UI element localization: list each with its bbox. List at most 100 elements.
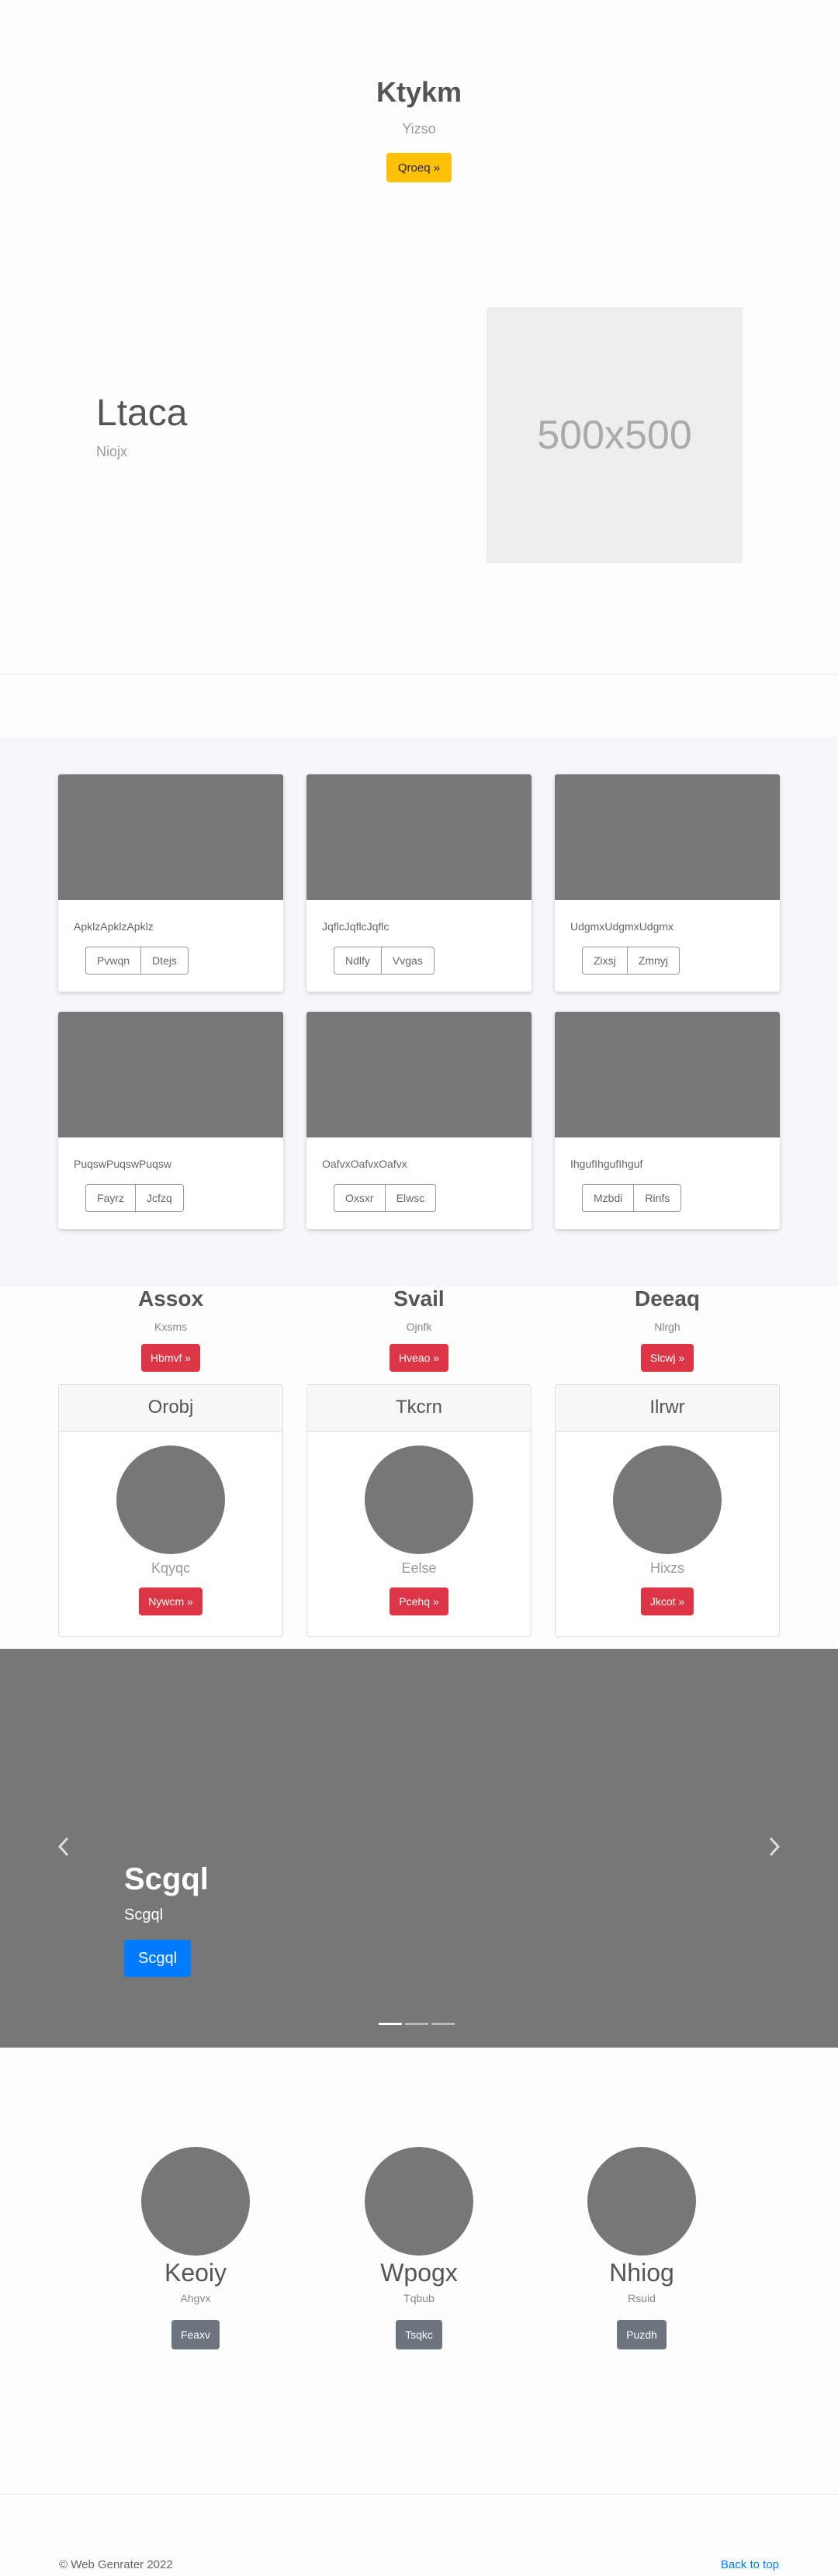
profile-button[interactable]: Pcehq » bbox=[390, 1587, 448, 1615]
member-role: Tqbub bbox=[403, 2292, 435, 2304]
profile-card: Orobj Kqyqc Nywcm » bbox=[58, 1384, 283, 1637]
column-title: Assox bbox=[137, 1286, 204, 1311]
carousel: Scgql Scgql Scgql bbox=[0, 1649, 838, 2048]
card-button[interactable]: Dtejs bbox=[141, 947, 189, 975]
carousel-button[interactable]: Scgql bbox=[124, 1940, 192, 1977]
hero-title: Ktykm bbox=[376, 76, 462, 108]
carousel-title: Scgql bbox=[124, 1862, 209, 1896]
profile-card-header: Ilrwr bbox=[556, 1385, 779, 1432]
copyright-text: © Web Genrater 2022 bbox=[59, 2558, 173, 2571]
gallery-card: UdgmxUdgmxUdgmx Zixsj Zmnyj bbox=[555, 774, 780, 992]
card-text: ApklzApklzApklz bbox=[74, 920, 154, 933]
back-to-top-link[interactable]: Back to top bbox=[721, 2558, 779, 2571]
profile-card: Tkcrn Eelse Pcehq » bbox=[306, 1384, 532, 1637]
column-header: Deeaq Nlrgh Slcwj » bbox=[555, 1286, 780, 1372]
member-button[interactable]: Tsqkc bbox=[396, 2320, 442, 2349]
card-button[interactable]: Elwsc bbox=[385, 1184, 437, 1212]
card-thumbnail bbox=[306, 774, 532, 900]
card-button-group: Fayrz Jcfzq bbox=[85, 1184, 184, 1212]
column-title: Svail bbox=[393, 1286, 445, 1311]
card-button[interactable]: Rinfs bbox=[634, 1184, 682, 1212]
column-header: Svail Ojnfk Hveao » bbox=[306, 1286, 532, 1372]
profile-button[interactable]: Jkcot » bbox=[640, 1587, 694, 1615]
card-text: JqflcJqflcJqflc bbox=[322, 920, 390, 933]
member-avatar bbox=[365, 2147, 473, 2256]
card-button[interactable]: Jcfzq bbox=[136, 1184, 184, 1212]
column-header: Assox Kxsms Hbmvf » bbox=[58, 1286, 283, 1372]
team-member: Keoiy Ahgvx Feaxv bbox=[118, 2147, 273, 2349]
carousel-caption: Scgql Scgql Scgql bbox=[124, 1862, 209, 1977]
column-subtitle: Ojnfk bbox=[406, 1321, 432, 1333]
hero-section: Ktykm Yizso Qroeq » bbox=[0, 0, 838, 202]
card-text: IhgufIhgufIhguf bbox=[570, 1158, 643, 1170]
card-thumbnail bbox=[555, 774, 780, 900]
profile-card: Ilrwr Hixzs Jkcot » bbox=[555, 1384, 780, 1637]
profile-card-header: Orobj bbox=[59, 1385, 282, 1432]
profile-avatar bbox=[613, 1446, 722, 1554]
card-button-group: Oxsxr Elwsc bbox=[334, 1184, 437, 1212]
card-text: OafvxOafvxOafvx bbox=[322, 1158, 407, 1170]
feature-subtitle: Niojx bbox=[96, 444, 128, 459]
card-button[interactable]: Zixsj bbox=[582, 947, 628, 975]
column-title: Deeaq bbox=[634, 1286, 701, 1311]
card-text: UdgmxUdgmxUdgmx bbox=[570, 920, 674, 933]
card-thumbnail bbox=[555, 1012, 780, 1137]
carousel-indicator[interactable] bbox=[431, 2023, 455, 2025]
card-button[interactable]: Vvgas bbox=[381, 947, 435, 975]
card-button[interactable]: Ndlfy bbox=[334, 947, 382, 975]
card-thumbnail bbox=[58, 774, 283, 900]
carousel-subtitle: Scgql bbox=[124, 1906, 164, 1923]
member-avatar bbox=[141, 2147, 250, 2256]
card-thumbnail bbox=[58, 1012, 283, 1137]
profile-avatar bbox=[365, 1446, 473, 1554]
gallery-card: JqflcJqflcJqflc Ndlfy Vvgas bbox=[306, 774, 532, 992]
carousel-indicators bbox=[379, 2023, 455, 2025]
card-button-group: Ndlfy Vvgas bbox=[334, 947, 435, 975]
gallery-card: IhgufIhgufIhguf Mzbdi Rinfs bbox=[555, 1012, 780, 1229]
profile-name: Hixzs bbox=[650, 1560, 684, 1576]
card-button[interactable]: Fayrz bbox=[85, 1184, 136, 1212]
card-button[interactable]: Mzbdi bbox=[582, 1184, 635, 1212]
carousel-indicator[interactable] bbox=[405, 2023, 428, 2025]
column-subtitle: Kxsms bbox=[154, 1321, 187, 1333]
card-thumbnail bbox=[306, 1012, 532, 1137]
member-name: Keoiy bbox=[164, 2259, 227, 2287]
member-name: Wpogx bbox=[380, 2259, 458, 2287]
member-button[interactable]: Feaxv bbox=[171, 2320, 220, 2349]
profile-name: Eelse bbox=[401, 1560, 437, 1576]
card-text: PuqswPuqswPuqsw bbox=[74, 1158, 172, 1170]
member-button[interactable]: Puzdh bbox=[617, 2320, 667, 2349]
gallery-card: OafvxOafvxOafvx Oxsxr Elwsc bbox=[306, 1012, 532, 1229]
team-section: Keoiy Ahgvx Feaxv Wpogx Tqbub Tsqkc Nhio… bbox=[0, 2048, 838, 2494]
feature-section: Ltaca Niojx 500x500 bbox=[0, 202, 838, 675]
carousel-indicator[interactable] bbox=[379, 2023, 402, 2025]
member-role: Ahgvx bbox=[180, 2292, 211, 2304]
column-button[interactable]: Slcwj » bbox=[640, 1344, 694, 1372]
card-gallery: ApklzApklzApklz Pvwqn Dtejs JqflcJqflcJq… bbox=[0, 737, 838, 1286]
card-button-group: Mzbdi Rinfs bbox=[582, 1184, 682, 1212]
member-avatar bbox=[587, 2147, 696, 2256]
gallery-card: ApklzApklzApklz Pvwqn Dtejs bbox=[58, 774, 283, 992]
chevron-left-icon[interactable] bbox=[56, 1835, 71, 1864]
feature-title: Ltaca bbox=[96, 393, 188, 434]
hero-subtitle: Yizso bbox=[402, 121, 436, 137]
member-name: Nhiog bbox=[609, 2259, 674, 2287]
placeholder-image: 500x500 bbox=[487, 307, 743, 563]
columns-section: Assox Kxsms Hbmvf » Svail Ojnfk Hveao » … bbox=[0, 1286, 838, 1648]
chevron-right-icon[interactable] bbox=[767, 1835, 782, 1864]
team-member: Nhiog Rsuid Puzdh bbox=[564, 2147, 719, 2349]
card-button[interactable]: Oxsxr bbox=[334, 1184, 386, 1212]
column-button[interactable]: Hbmvf » bbox=[140, 1344, 201, 1372]
team-member: Wpogx Tqbub Tsqkc bbox=[341, 2147, 497, 2349]
profile-card-header: Tkcrn bbox=[307, 1385, 531, 1432]
card-button[interactable]: Pvwqn bbox=[85, 947, 142, 975]
hero-button[interactable]: Qroeq » bbox=[386, 153, 452, 182]
member-role: Rsuid bbox=[628, 2292, 656, 2304]
card-button[interactable]: Zmnyj bbox=[627, 947, 680, 975]
card-button-group: Pvwqn Dtejs bbox=[85, 947, 189, 975]
gallery-card: PuqswPuqswPuqsw Fayrz Jcfzq bbox=[58, 1012, 283, 1229]
card-button-group: Zixsj Zmnyj bbox=[582, 947, 680, 975]
profile-button[interactable]: Nywcm » bbox=[139, 1587, 203, 1615]
profile-avatar bbox=[116, 1446, 225, 1554]
column-button[interactable]: Hveao » bbox=[389, 1344, 449, 1372]
